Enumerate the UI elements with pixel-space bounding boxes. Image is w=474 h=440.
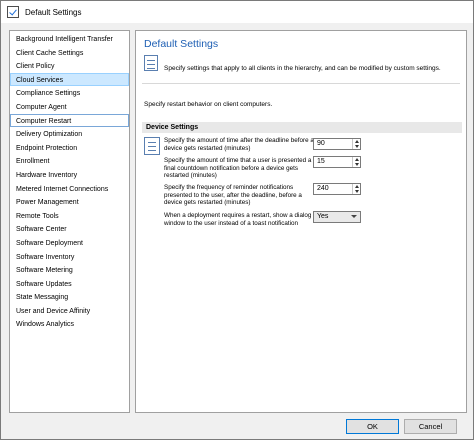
spinner-value: 15 <box>317 158 325 165</box>
final-countdown-spinner[interactable]: 15 <box>313 156 361 168</box>
setting-label-restart-after-deadline: Specify the amount of time after the dea… <box>164 137 314 152</box>
spinner-arrows-icon[interactable] <box>352 184 360 194</box>
restart-dialog-dropdown[interactable]: Yes <box>313 211 361 223</box>
window-title: Default Settings <box>25 7 82 17</box>
nav-item-endpoint-protection[interactable]: Endpoint Protection <box>10 141 129 155</box>
nav-item-cloud-services[interactable]: Cloud Services <box>10 72 129 87</box>
nav-item-state-messaging[interactable]: State Messaging <box>10 290 129 304</box>
dropdown-value: Yes <box>317 213 329 220</box>
settings-list-icon <box>144 55 158 71</box>
nav-item-software-metering[interactable]: Software Metering <box>10 263 129 277</box>
restart-after-deadline-spinner[interactable]: 90 <box>313 138 361 150</box>
spinner-arrows-icon[interactable] <box>352 157 360 167</box>
cancel-button[interactable]: Cancel <box>404 419 457 434</box>
spinner-value: 240 <box>317 185 329 192</box>
reminder-frequency-spinner[interactable]: 240 <box>313 183 361 195</box>
nav-item-software-center[interactable]: Software Center <box>10 222 129 236</box>
nav-item-software-updates[interactable]: Software Updates <box>10 277 129 291</box>
nav-item-metered-internet-connections[interactable]: Metered Internet Connections <box>10 182 129 196</box>
nav-item-computer-restart[interactable]: Computer Restart <box>10 113 129 128</box>
settings-list-icon <box>144 137 160 155</box>
page-title: Default Settings <box>144 38 219 50</box>
nav-item-power-management[interactable]: Power Management <box>10 195 129 209</box>
chevron-down-icon <box>351 215 357 218</box>
setting-label-final-countdown: Specify the amount of time that a user i… <box>164 157 312 180</box>
restart-description: Specify restart behavior on client compu… <box>144 101 273 108</box>
settings-panel: Default Settings Specify settings that a… <box>135 30 467 413</box>
nav-item-enrollment[interactable]: Enrollment <box>10 154 129 168</box>
nav-item-computer-agent[interactable]: Computer Agent <box>10 100 129 114</box>
nav-item-client-cache-settings[interactable]: Client Cache Settings <box>10 46 129 60</box>
title-bar: Default Settings <box>1 1 473 23</box>
settings-check-icon <box>7 6 19 18</box>
spinner-value: 90 <box>317 140 325 147</box>
nav-item-background-intelligent-transfer[interactable]: Background Intelligent Transfer <box>10 32 129 46</box>
spinner-arrows-icon[interactable] <box>352 139 360 149</box>
nav-item-windows-analytics[interactable]: Windows Analytics <box>10 317 129 331</box>
header-description: Specify settings that apply to all clien… <box>164 65 441 72</box>
nav-item-software-deployment[interactable]: Software Deployment <box>10 236 129 250</box>
nav-item-remote-tools[interactable]: Remote Tools <box>10 209 129 223</box>
default-settings-window: Default Settings Background Intelligent … <box>0 0 474 440</box>
setting-label-restart-dialog: When a deployment requires a restart, sh… <box>164 212 312 227</box>
nav-item-compliance-settings[interactable]: Compliance Settings <box>10 86 129 100</box>
device-settings-header: Device Settings <box>142 122 462 133</box>
nav-item-client-policy[interactable]: Client Policy <box>10 59 129 73</box>
nav-item-delivery-optimization[interactable]: Delivery Optimization <box>10 127 129 141</box>
divider <box>142 83 460 84</box>
nav-item-user-and-device-affinity[interactable]: User and Device Affinity <box>10 304 129 318</box>
nav-item-hardware-inventory[interactable]: Hardware Inventory <box>10 168 129 182</box>
ok-button[interactable]: OK <box>346 419 399 434</box>
setting-label-reminder-frequency: Specify the frequency of reminder notifi… <box>164 184 302 207</box>
nav-item-software-inventory[interactable]: Software Inventory <box>10 250 129 264</box>
settings-category-list[interactable]: Background Intelligent Transfer Client C… <box>9 30 130 413</box>
